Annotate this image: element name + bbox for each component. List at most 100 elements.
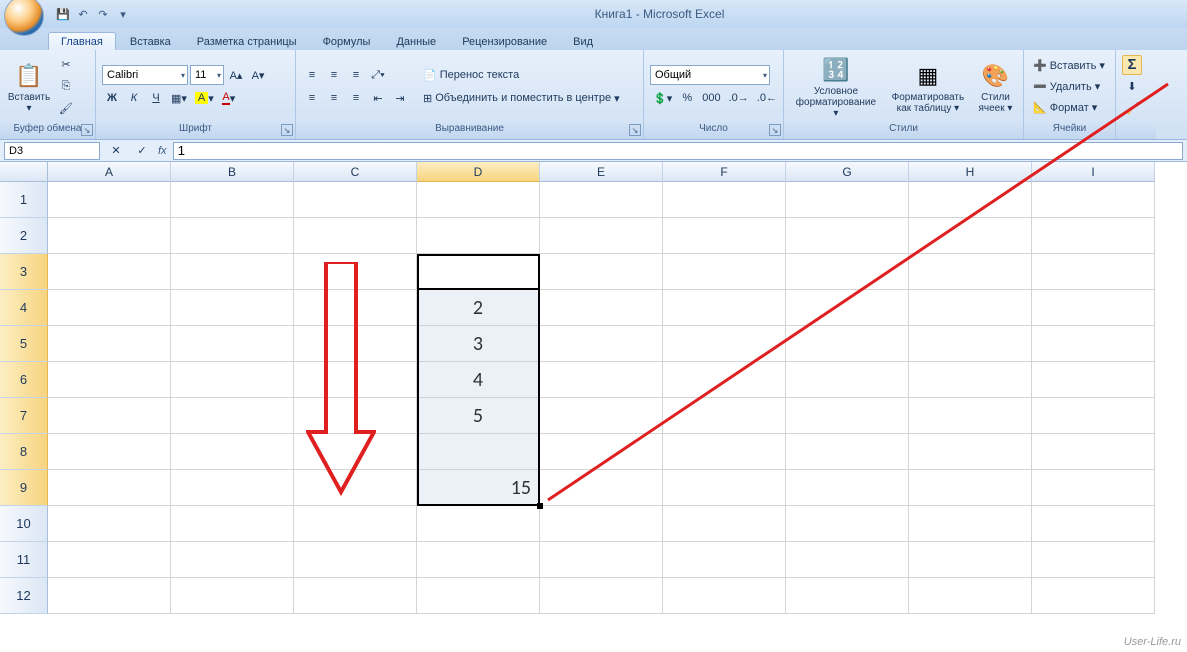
cell-F3[interactable] [663, 254, 786, 290]
row-header-3[interactable]: 3 [0, 254, 48, 290]
cell-I8[interactable] [1032, 434, 1155, 470]
column-header-B[interactable]: B [171, 162, 294, 182]
cut-icon[interactable]: ✂ [56, 55, 76, 75]
alignment-launcher[interactable]: ↘ [629, 124, 641, 136]
cell-G10[interactable] [786, 506, 909, 542]
bold-button[interactable]: Ж [102, 88, 122, 108]
enter-formula-icon[interactable]: ✓ [132, 141, 152, 161]
cell-C3[interactable] [294, 254, 417, 290]
cell-E6[interactable] [540, 362, 663, 398]
font-size-combo[interactable]: 11 [190, 65, 224, 85]
cell-G4[interactable] [786, 290, 909, 326]
cell-D12[interactable] [417, 578, 540, 614]
cell-F1[interactable] [663, 182, 786, 218]
cell-G5[interactable] [786, 326, 909, 362]
cell-H4[interactable] [909, 290, 1032, 326]
cell-H8[interactable] [909, 434, 1032, 470]
row-header-8[interactable]: 8 [0, 434, 48, 470]
cell-A11[interactable] [48, 542, 171, 578]
tab-review[interactable]: Рецензирование [450, 33, 559, 50]
cell-G8[interactable] [786, 434, 909, 470]
cell-I7[interactable] [1032, 398, 1155, 434]
grow-font-icon[interactable]: A▴ [226, 65, 246, 85]
cell-B6[interactable] [171, 362, 294, 398]
cell-E9[interactable] [540, 470, 663, 506]
cell-A8[interactable] [48, 434, 171, 470]
cell-C9[interactable] [294, 470, 417, 506]
cell-D11[interactable] [417, 542, 540, 578]
cell-I11[interactable] [1032, 542, 1155, 578]
comma-format-icon[interactable]: 000 [699, 88, 723, 108]
redo-icon[interactable]: ↷ [94, 5, 112, 23]
cell-C1[interactable] [294, 182, 417, 218]
cell-E10[interactable] [540, 506, 663, 542]
cell-F7[interactable] [663, 398, 786, 434]
cell-B7[interactable] [171, 398, 294, 434]
cell-A5[interactable] [48, 326, 171, 362]
cell-H9[interactable] [909, 470, 1032, 506]
column-header-A[interactable]: A [48, 162, 171, 182]
font-color-icon[interactable]: A▾ [219, 88, 239, 108]
cell-E2[interactable] [540, 218, 663, 254]
cell-styles-button[interactable]: 🎨 Стили ячеек ▾ [974, 58, 1017, 116]
paste-button[interactable]: 📋 Вставить ▾ [6, 58, 52, 116]
cell-D2[interactable] [417, 218, 540, 254]
delete-cells-button[interactable]: ➖Удалить ▾ [1030, 77, 1108, 97]
cell-G11[interactable] [786, 542, 909, 578]
column-header-E[interactable]: E [540, 162, 663, 182]
fill-color-icon[interactable]: A▾ [192, 88, 217, 108]
cell-I4[interactable] [1032, 290, 1155, 326]
cell-I3[interactable] [1032, 254, 1155, 290]
cell-I5[interactable] [1032, 326, 1155, 362]
row-header-6[interactable]: 6 [0, 362, 48, 398]
cell-H5[interactable] [909, 326, 1032, 362]
cell-G9[interactable] [786, 470, 909, 506]
column-header-D[interactable]: D [417, 162, 540, 182]
tab-insert[interactable]: Вставка [118, 33, 183, 50]
cancel-formula-icon[interactable]: ✕ [106, 141, 126, 161]
cell-F6[interactable] [663, 362, 786, 398]
cell-D3[interactable]: 1 [417, 254, 540, 290]
clear-icon[interactable]: 🧹 [1122, 99, 1142, 119]
name-box[interactable] [4, 142, 100, 160]
align-center-icon[interactable]: ≡ [324, 88, 344, 108]
cell-I10[interactable] [1032, 506, 1155, 542]
cell-C5[interactable] [294, 326, 417, 362]
row-header-12[interactable]: 12 [0, 578, 48, 614]
cell-G3[interactable] [786, 254, 909, 290]
cell-F4[interactable] [663, 290, 786, 326]
cell-F12[interactable] [663, 578, 786, 614]
row-header-2[interactable]: 2 [0, 218, 48, 254]
cell-E5[interactable] [540, 326, 663, 362]
row-header-4[interactable]: 4 [0, 290, 48, 326]
decrease-decimal-icon[interactable]: .0← [754, 88, 780, 108]
tab-home[interactable]: Главная [48, 32, 116, 50]
cell-B5[interactable] [171, 326, 294, 362]
cell-F8[interactable] [663, 434, 786, 470]
cell-A6[interactable] [48, 362, 171, 398]
column-header-C[interactable]: C [294, 162, 417, 182]
clipboard-launcher[interactable]: ↘ [81, 124, 93, 136]
orientation-icon[interactable]: ⤢▾ [368, 65, 388, 85]
formula-input[interactable] [173, 142, 1183, 160]
cell-E1[interactable] [540, 182, 663, 218]
font-name-combo[interactable]: Calibri [102, 65, 188, 85]
cell-C4[interactable] [294, 290, 417, 326]
format-as-table-button[interactable]: ▦ Форматировать как таблицу ▾ [886, 58, 970, 116]
cell-I6[interactable] [1032, 362, 1155, 398]
cell-H11[interactable] [909, 542, 1032, 578]
cell-B1[interactable] [171, 182, 294, 218]
align-top-icon[interactable]: ≡ [302, 65, 322, 85]
font-launcher[interactable]: ↘ [281, 124, 293, 136]
tab-page-layout[interactable]: Разметка страницы [185, 33, 309, 50]
autosum-button[interactable]: Σ [1122, 55, 1142, 75]
cell-D6[interactable]: 4 [417, 362, 540, 398]
cell-A9[interactable] [48, 470, 171, 506]
number-format-combo[interactable]: Общий [650, 65, 770, 85]
cell-B8[interactable] [171, 434, 294, 470]
column-header-I[interactable]: I [1032, 162, 1155, 182]
tab-formulas[interactable]: Формулы [311, 33, 383, 50]
cell-B11[interactable] [171, 542, 294, 578]
cell-E7[interactable] [540, 398, 663, 434]
select-all-corner[interactable] [0, 162, 48, 182]
